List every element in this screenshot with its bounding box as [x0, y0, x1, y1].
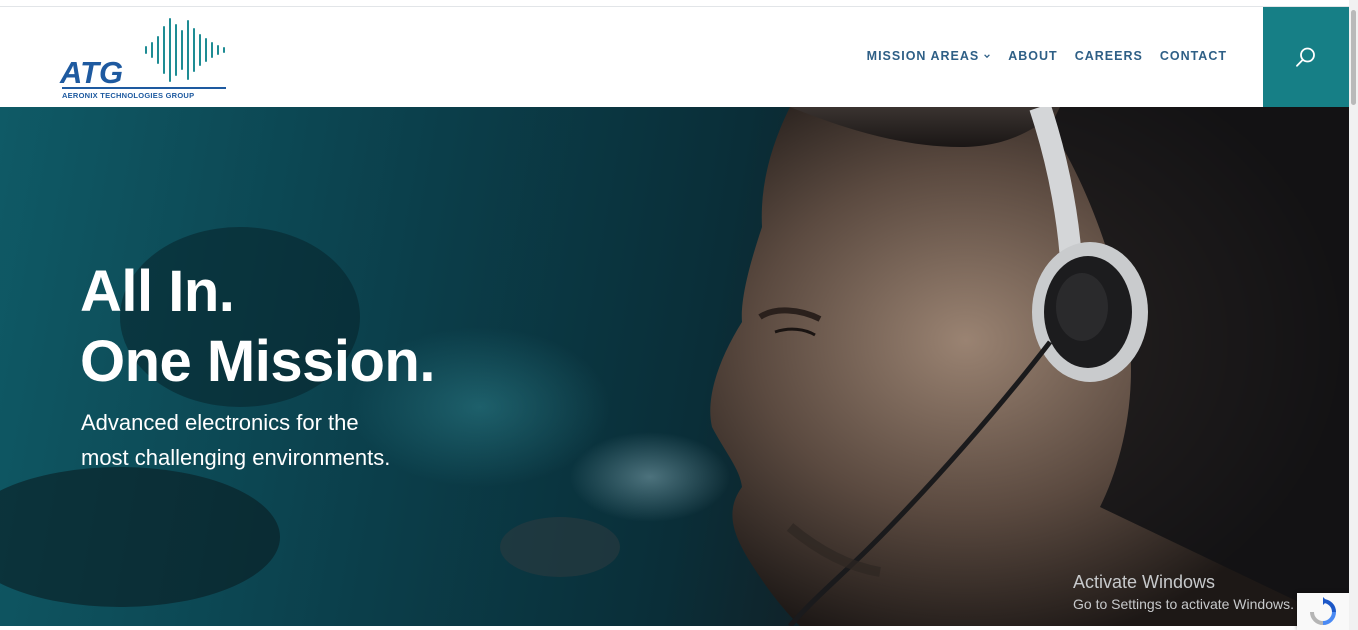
hero-title-line-1: All In. — [80, 259, 235, 324]
waveform-logo-icon — [145, 18, 225, 82]
nav-mission-areas-label: MISSION AREAS — [866, 49, 980, 63]
activate-windows-title: Activate Windows — [1073, 572, 1216, 592]
logo-tagline: AERONIX TECHNOLOGIES GROUP — [62, 91, 195, 100]
scrollbar-thumb[interactable] — [1351, 10, 1356, 105]
page-bottom-strip — [0, 626, 1349, 630]
hero-banner: All In. One Mission. Advanced electronic… — [0, 107, 1349, 626]
recaptcha-icon — [1310, 596, 1336, 625]
logo-rule — [62, 87, 226, 89]
nav-about-label: ABOUT — [1008, 49, 1058, 63]
nav-careers-label: CAREERS — [1074, 49, 1143, 63]
hero-title: All In. One Mission. — [80, 257, 435, 397]
activate-windows-subtitle: Go to Settings to activate Windows. — [1073, 596, 1294, 612]
hero-subtitle-line-2: most challenging environments. — [81, 445, 391, 470]
nav-contact-label: CONTACT — [1159, 49, 1227, 63]
recaptcha-badge[interactable] — [1297, 593, 1349, 630]
hero-subtitle-line-1: Advanced electronics for the — [81, 410, 359, 435]
main-nav: MISSION AREAS ABOUT CAREERS CONTACT — [850, 49, 1227, 63]
search-button[interactable] — [1263, 7, 1349, 107]
logo-letters: ATG — [60, 55, 124, 90]
nav-careers[interactable]: CAREERS — [1075, 49, 1143, 63]
browser-top-edge — [0, 0, 1358, 7]
hero-title-line-2: One Mission. — [80, 329, 435, 394]
nav-contact[interactable]: CONTACT — [1160, 49, 1227, 63]
hero-subtitle: Advanced electronics for the most challe… — [81, 405, 441, 475]
activate-windows-watermark: Activate Windows Go to Settings to activ… — [1073, 571, 1294, 614]
page-scrollbar[interactable] — [1349, 0, 1358, 630]
search-icon — [1296, 47, 1315, 67]
chevron-down-icon — [984, 54, 991, 59]
nav-about[interactable]: ABOUT — [1008, 49, 1057, 63]
atg-logo[interactable]: ATG AERONIX TECHNOLOGIES GROUP — [60, 17, 230, 100]
nav-mission-areas[interactable]: MISSION AREAS — [867, 49, 992, 63]
site-header: ATG AERONIX TECHNOLOGIES GROUP MISSION A… — [0, 7, 1349, 107]
